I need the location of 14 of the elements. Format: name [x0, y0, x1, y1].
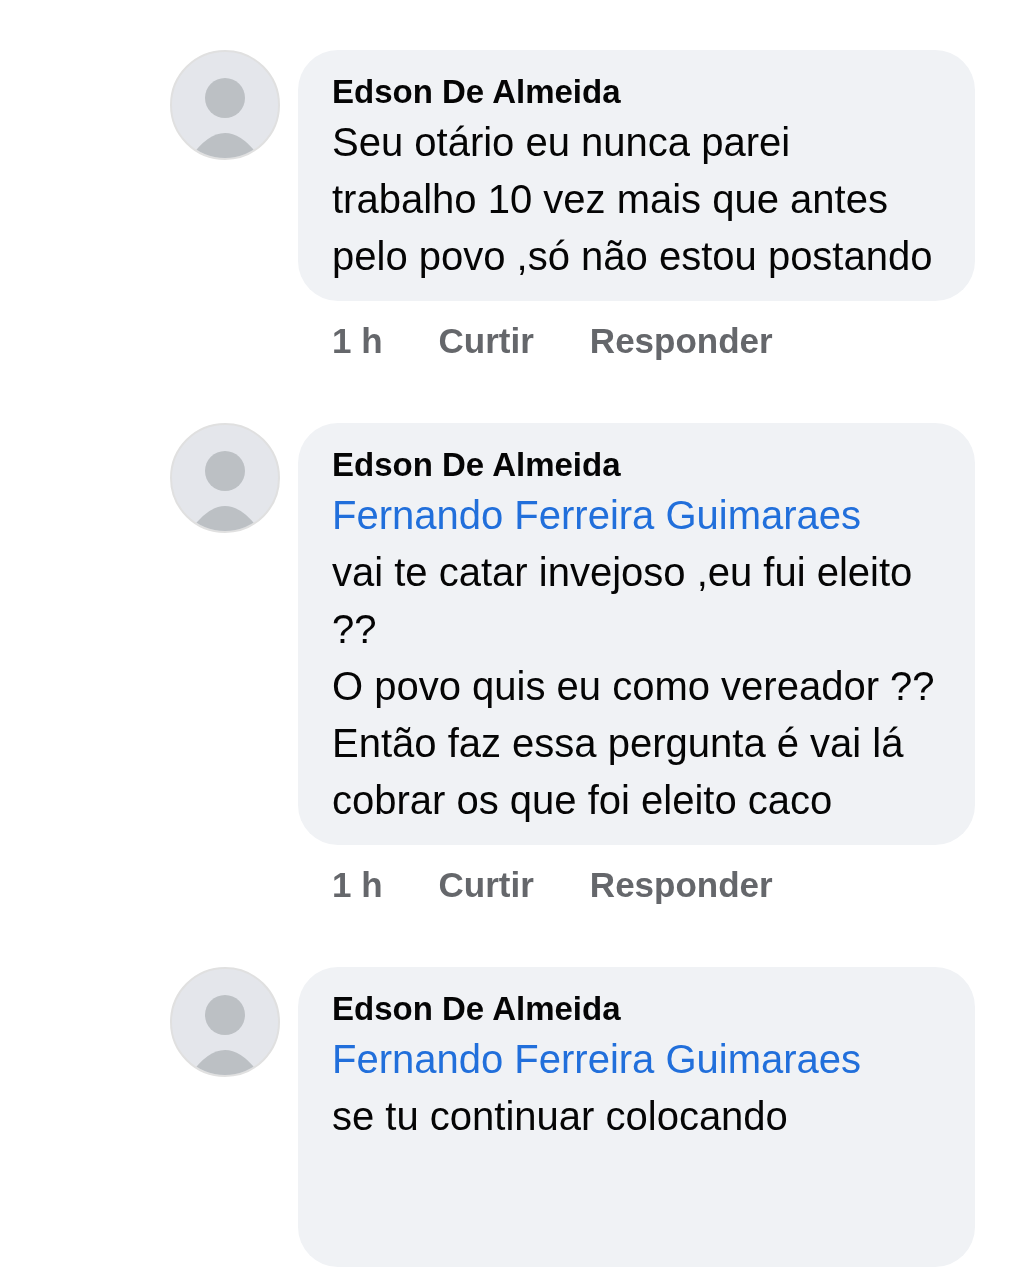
author-name[interactable]: Edson De Almeida [332, 987, 945, 1031]
like-link[interactable]: Curtir [438, 319, 534, 363]
comment-text: se tu continuar colocando [332, 1093, 789, 1140]
reply-link[interactable]: Responder [589, 319, 773, 363]
author-name[interactable]: Edson De Almeida [332, 443, 945, 487]
comment-text: vai te catar invejoso ,eu fui eleito ?? O povo quis eu como vereador ?? Então faz essa pergunta é vai lá cobrar os que foi eleito caco [332, 549, 936, 824]
comment-time: 1 h [332, 864, 383, 906]
comment-time: 1 h [332, 320, 383, 362]
author-name[interactable]: Edson De Almeida [332, 70, 945, 114]
like-link[interactable]: Curtir [438, 863, 534, 907]
mention-link[interactable]: Fernando Ferreira Guimaraes [332, 487, 862, 544]
reply-link[interactable]: Responder [589, 863, 773, 907]
mention-link[interactable]: Fernando Ferreira Guimaraes [332, 1031, 862, 1088]
comment-text: Seu otário eu nunca parei trabalho 10 vez mais que antes pelo povo ,só não estou postando [332, 119, 934, 280]
